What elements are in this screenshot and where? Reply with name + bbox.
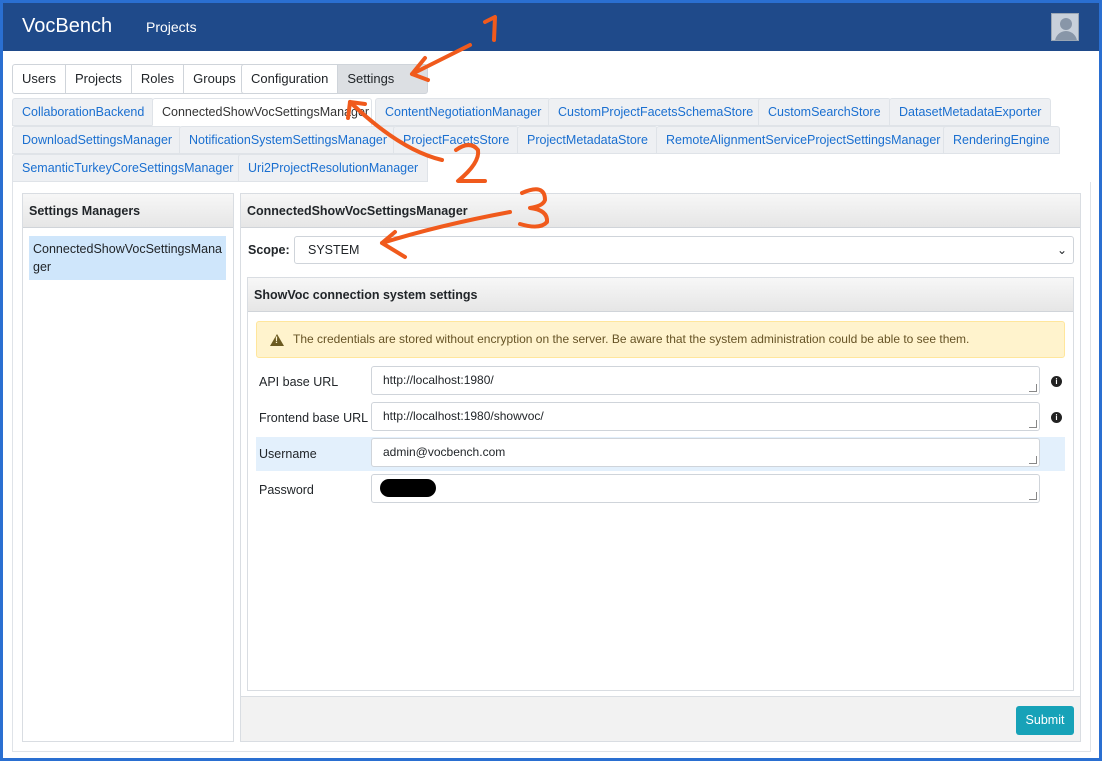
password-row: Password [256, 473, 1065, 507]
warning-icon [270, 334, 284, 346]
chevron-down-icon: ⌄ [1056, 243, 1067, 257]
settings-manager-item[interactable]: ConnectedShowVocSettingsManager [29, 236, 226, 280]
settings-managers-panel: Settings Managers ConnectedShowVocSettin… [22, 193, 234, 742]
password-label: Password [259, 483, 314, 497]
configuration-button[interactable]: Configuration [241, 64, 339, 94]
frontend-url-field[interactable]: http://localhost:1980/showvoc/ [371, 402, 1040, 431]
frontend-url-value: http://localhost:1980/showvoc/ [383, 409, 544, 423]
redaction-mark [380, 479, 436, 497]
scope-label: Scope: [248, 243, 290, 257]
tab-connected-showvoc[interactable]: ConnectedShowVocSettingsManager [152, 98, 372, 126]
navbar: VocBench Projects [3, 3, 1099, 51]
username-row: Username admin@vocbench.com [256, 437, 1065, 471]
roles-button[interactable]: Roles [130, 64, 185, 94]
users-button[interactable]: Users [12, 64, 66, 94]
info-icon[interactable]: i [1051, 376, 1062, 387]
api-url-row: API base URL http://localhost:1980/ i [256, 365, 1065, 399]
user-avatar-icon[interactable] [1051, 13, 1079, 41]
api-url-field[interactable]: http://localhost:1980/ [371, 366, 1040, 395]
frontend-url-label: Frontend base URL [259, 411, 369, 425]
username-field[interactable]: admin@vocbench.com [371, 438, 1040, 467]
settings-managers-title: Settings Managers [23, 194, 233, 228]
tab-dataset-metadata-exporter[interactable]: DatasetMetadataExporter [889, 98, 1052, 126]
tab-remote-alignment[interactable]: RemoteAlignmentServiceProjectSettingsMan… [656, 126, 951, 154]
admin-button-group: Users Projects Roles Groups [12, 64, 246, 94]
api-url-value: http://localhost:1980/ [383, 373, 494, 387]
settings-mgr-button[interactable]: Settings Mgr [337, 64, 429, 114]
tab-project-metadata-store[interactable]: ProjectMetadataStore [517, 126, 658, 154]
groups-button[interactable]: Groups [183, 64, 246, 94]
scope-select[interactable]: SYSTEM ⌄ [294, 236, 1074, 264]
tab-project-facets-store[interactable]: ProjectFacetsStore [393, 126, 520, 154]
detail-footer: Submit [241, 696, 1080, 741]
credentials-warning: The credentials are stored without encry… [256, 321, 1065, 358]
tab-content-negotiation[interactable]: ContentNegotiationManager [375, 98, 552, 126]
manager-detail-title: ConnectedShowVocSettingsManager [241, 194, 1080, 228]
tab-rendering-engine[interactable]: RenderingEngine [943, 126, 1060, 154]
scope-value: SYSTEM [308, 243, 360, 257]
showvoc-settings-title: ShowVoc connection system settings [248, 278, 1073, 312]
config-button-group: Configuration Settings Mgr [241, 64, 429, 114]
tab-download-settings[interactable]: DownloadSettingsManager [12, 126, 183, 154]
tab-collaboration-backend[interactable]: CollaborationBackend [12, 98, 155, 126]
warning-text: The credentials are stored without encry… [293, 332, 970, 346]
tab-semantic-turkey-core[interactable]: SemanticTurkeyCoreSettingsManager [12, 154, 244, 182]
username-label: Username [259, 447, 317, 461]
projects-button[interactable]: Projects [64, 64, 132, 94]
info-icon[interactable]: i [1051, 412, 1062, 423]
manager-detail-panel: ConnectedShowVocSettingsManager Scope: S… [240, 193, 1081, 742]
username-value: admin@vocbench.com [383, 445, 506, 459]
tab-notification-system[interactable]: NotificationSystemSettingsManager [179, 126, 398, 154]
tab-custom-project-facets[interactable]: CustomProjectFacetsSchemaStore [548, 98, 764, 126]
tab-custom-search-store[interactable]: CustomSearchStore [758, 98, 891, 126]
nav-projects-link[interactable]: Projects [146, 19, 197, 35]
showvoc-settings-card: ShowVoc connection system settings The c… [247, 277, 1074, 691]
frontend-url-row: Frontend base URL http://localhost:1980/… [256, 401, 1065, 435]
api-url-label: API base URL [259, 375, 339, 389]
submit-button[interactable]: Submit [1016, 706, 1074, 735]
brand-logo[interactable]: VocBench [22, 15, 112, 38]
tab-uri2project-resolution[interactable]: Uri2ProjectResolutionManager [238, 154, 429, 182]
password-field[interactable] [371, 474, 1040, 503]
